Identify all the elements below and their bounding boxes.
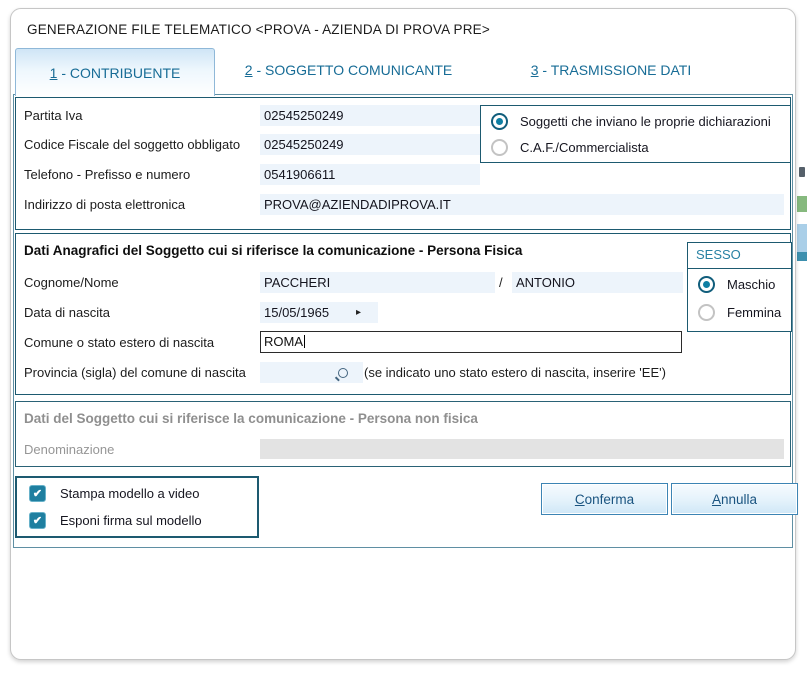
sesso-group: SESSO Maschio Femmina: [687, 242, 792, 332]
text-caret: [304, 335, 305, 348]
radio-selected-icon: [698, 276, 715, 293]
radio-label: C.A.F./Commercialista: [520, 140, 649, 155]
background-window-fragment: [797, 252, 807, 261]
button-label: onferma: [584, 491, 635, 507]
screen: GENERAZIONE FILE TELEMATICO <PROVA - AZI…: [0, 0, 807, 675]
denominazione-field-disabled: [260, 439, 784, 459]
section-persona-fisica: Dati Anagrafici del Soggetto cui si rife…: [15, 233, 792, 395]
radio-label: Soggetti che inviano le proprie dichiara…: [520, 114, 771, 129]
checkbox-label: Stampa modello a video: [60, 486, 200, 501]
nome-field[interactable]: ANTONIO: [512, 272, 683, 293]
print-options-group: ✔ Stampa modello a video ✔ Esponi firma …: [15, 476, 259, 538]
field-label: Partita Iva: [24, 108, 83, 123]
radio-femmina[interactable]: Femmina: [698, 304, 781, 321]
radio-maschio[interactable]: Maschio: [698, 276, 775, 293]
tab-label: - TRASMISSIONE DATI: [538, 62, 692, 78]
tab-accelerator: 2: [244, 62, 253, 78]
field-label: Indirizzo di posta elettronica: [24, 197, 186, 212]
field-label: Comune o stato estero di nascita: [24, 335, 215, 350]
checkbox-stampa-modello[interactable]: ✔ Stampa modello a video: [29, 485, 199, 502]
background-window-fragment: [797, 196, 807, 212]
radio-caf-commercialista[interactable]: C.A.F./Commercialista: [491, 139, 649, 156]
checkbox-checked-icon: ✔: [29, 512, 46, 529]
radio-soggetti-proprie-dichiarazioni[interactable]: Soggetti che inviano le proprie dichiara…: [491, 113, 771, 130]
radio-selected-icon: [491, 113, 508, 130]
tab-soggetto-comunicante[interactable]: 2 - SOGGETTO COMUNICANTE: [221, 48, 476, 92]
radio-label: Maschio: [727, 277, 776, 292]
tab-accelerator: 3: [530, 62, 539, 78]
button-accelerator: A: [711, 491, 721, 507]
dialog-title: GENERAZIONE FILE TELEMATICO <PROVA - AZI…: [27, 22, 490, 37]
name-separator: /: [499, 275, 503, 290]
section-title: Dati del Soggetto cui si riferisce la co…: [24, 411, 478, 426]
checkbox-esponi-firma[interactable]: ✔ Esponi firma sul modello: [29, 512, 202, 529]
checkbox-checked-icon: ✔: [29, 485, 46, 502]
provincia-hint: (se indicato uno stato estero di nascita…: [364, 365, 666, 380]
field-label: Provincia (sigla) del comune di nascita: [24, 365, 246, 380]
sesso-group-title: SESSO: [696, 247, 741, 262]
annulla-button[interactable]: Annulla: [671, 483, 798, 515]
background-window-fragment: [799, 167, 805, 177]
codice-fiscale-field[interactable]: 02545250249: [260, 134, 480, 155]
background-window-fragment: [797, 224, 807, 252]
tab-label: - CONTRIBUENTE: [57, 64, 181, 81]
generazione-file-telematico-dialog: GENERAZIONE FILE TELEMATICO <PROVA - AZI…: [10, 8, 798, 660]
tab-contribuente[interactable]: 1 - CONTRIBUENTE: [15, 48, 215, 96]
radio-unselected-icon: [491, 139, 508, 156]
comune-nascita-value: ROMA: [264, 334, 303, 349]
tab-label: - SOGGETTO COMUNICANTE: [252, 62, 453, 78]
checkbox-label: Esponi firma sul modello: [60, 513, 202, 528]
partita-iva-field[interactable]: 02545250249: [260, 105, 480, 126]
tab-trasmissione-dati[interactable]: 3 - TRASMISSIONE DATI: [491, 48, 731, 92]
date-expand-icon[interactable]: ▸: [356, 302, 361, 323]
radio-unselected-icon: [698, 304, 715, 321]
search-icon[interactable]: [338, 368, 348, 378]
field-label: Codice Fiscale del soggetto obbligato: [24, 137, 241, 152]
section-contribuente: Partita Iva 02545250249 Codice Fiscale d…: [15, 97, 791, 230]
button-accelerator: C: [574, 491, 585, 507]
section-title: Dati Anagrafici del Soggetto cui si rife…: [24, 243, 523, 258]
field-label: Telefono - Prefisso e numero: [24, 167, 191, 182]
comune-nascita-input[interactable]: ROMA: [260, 331, 682, 353]
cognome-field[interactable]: PACCHERI: [260, 272, 495, 293]
sender-type-group: Soggetti che inviano le proprie dichiara…: [480, 105, 791, 163]
group-divider: [688, 268, 791, 269]
section-persona-non-fisica: Dati del Soggetto cui si riferisce la co…: [15, 401, 791, 467]
conferma-button[interactable]: Conferma: [541, 483, 668, 515]
telefono-field[interactable]: 0541906611: [260, 164, 480, 185]
field-label: Data di nascita: [24, 305, 110, 320]
button-label: nnulla: [720, 491, 758, 507]
email-field[interactable]: PROVA@AZIENDADIPROVA.IT: [260, 194, 784, 215]
field-label: Denominazione: [24, 442, 115, 457]
radio-label: Femmina: [727, 305, 782, 320]
field-label: Cognome/Nome: [24, 275, 119, 290]
